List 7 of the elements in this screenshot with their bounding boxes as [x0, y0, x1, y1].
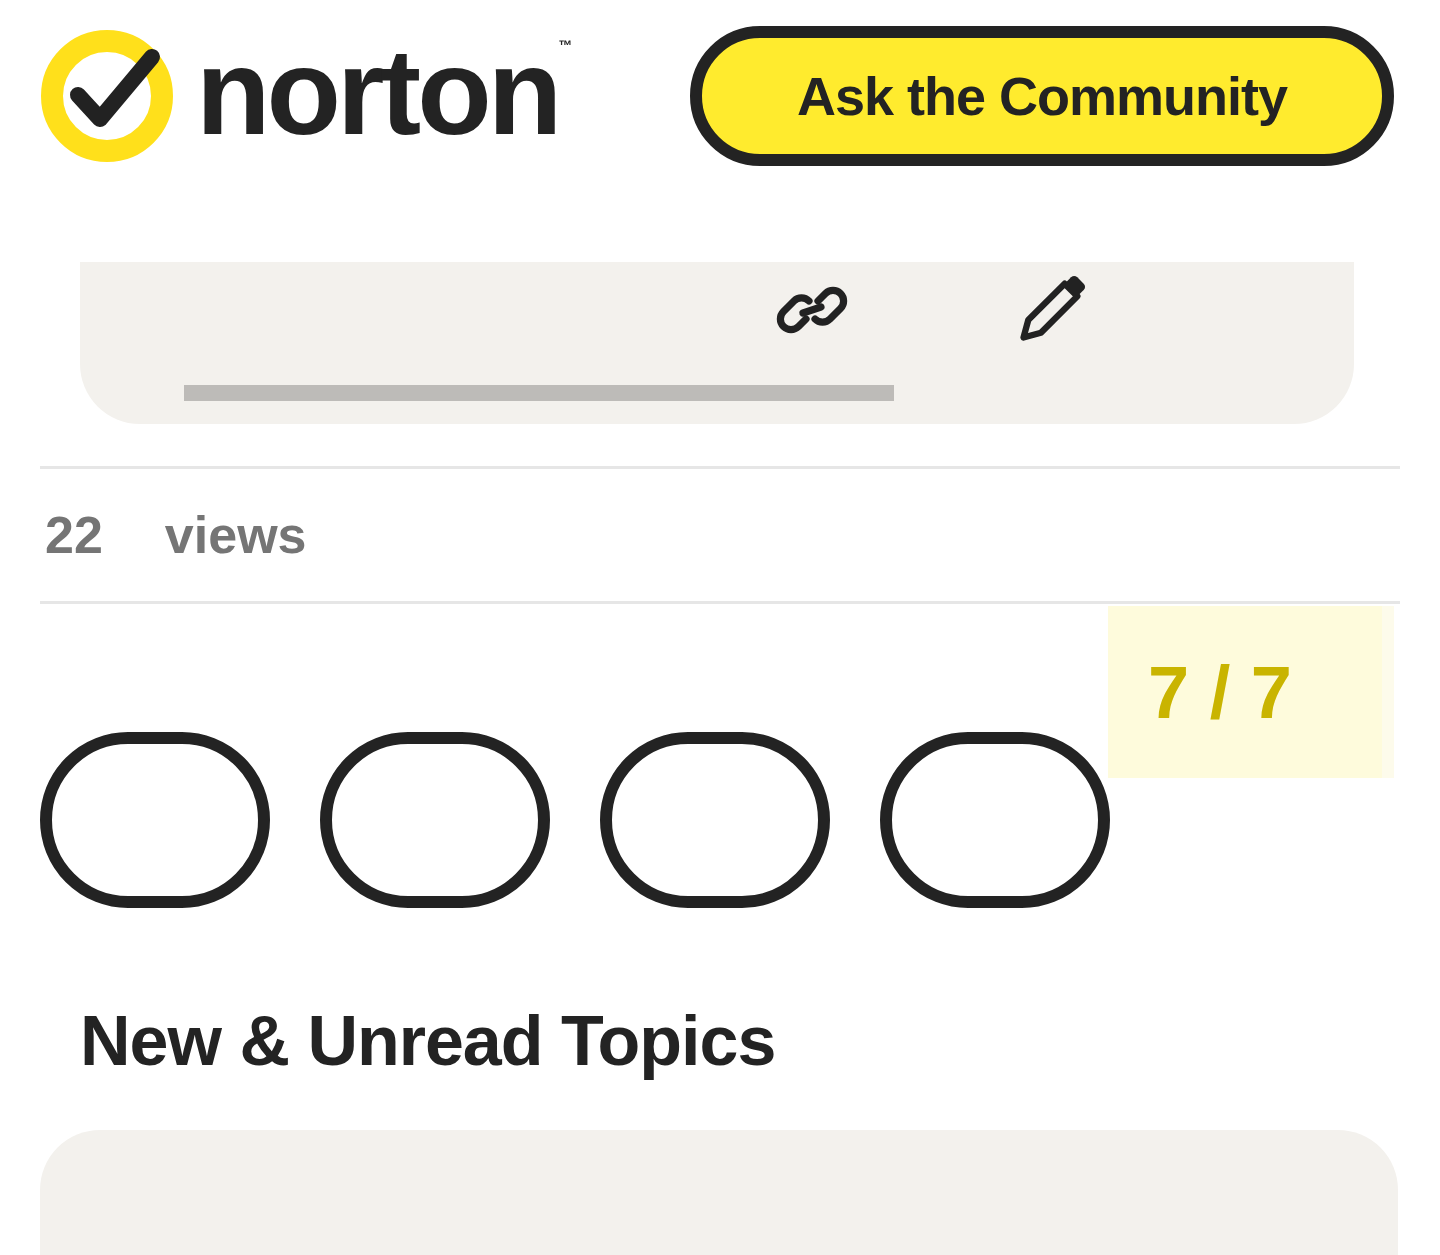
- checkmark-logo-icon: [40, 29, 174, 163]
- view-count: 22: [45, 505, 103, 566]
- trademark-symbol: ™: [558, 36, 573, 55]
- ask-community-button[interactable]: Ask the Community: [690, 26, 1394, 166]
- logo-wordmark: norton: [196, 31, 559, 153]
- page-counter: 7 / 7: [1108, 606, 1394, 778]
- views-label: views: [164, 505, 307, 566]
